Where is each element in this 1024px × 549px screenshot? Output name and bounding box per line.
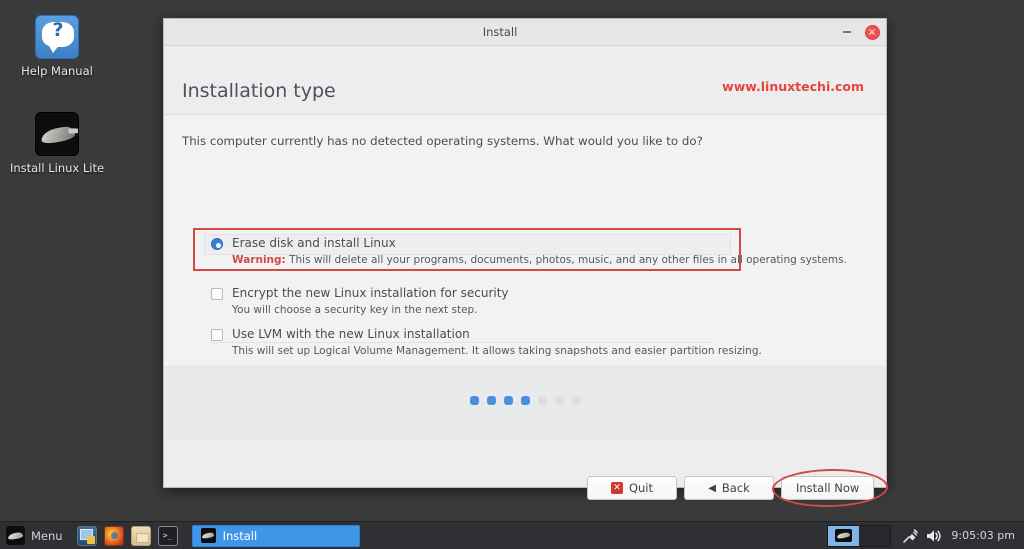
checkbox-encrypt[interactable] [211,288,223,300]
linux-lite-bird-icon [35,112,79,156]
desktop-icon-label: Install Linux Lite [9,161,105,175]
workspace-2[interactable] [859,526,890,546]
menu-button-label: Menu [31,528,63,543]
window-title: Install [482,25,518,39]
option-description: Warning: This will delete all your progr… [232,254,847,266]
task-button-label: Install [222,528,258,543]
workspace-switcher-icon [835,529,853,542]
option-lvm[interactable]: Use LVM with the new Linux installation … [211,327,762,357]
checkbox-lvm[interactable] [211,329,223,341]
question-text: This computer currently has no detected … [182,134,703,148]
install-now-button-label: Install Now [796,481,860,495]
taskbar: Menu >_ Install 9:05:03 pm [0,521,1024,549]
progress-dot [571,396,581,405]
desktop-icon-help-manual[interactable]: ? Help Manual [2,15,112,78]
radio-erase-disk[interactable] [211,238,223,250]
workspace-switcher[interactable] [827,524,892,547]
option-label: Use LVM with the new Linux installation [232,327,470,341]
file-manager-folder-icon[interactable] [130,525,151,546]
progress-dots [469,396,581,405]
desktop: ? Help Manual Install Linux Lite Install… [0,0,1024,521]
window-header: Installation type www.linuxtechi.com [164,46,886,115]
close-button[interactable]: × [861,21,883,43]
option-erase-disk[interactable]: Erase disk and install Linux Warning: Th… [211,236,847,266]
minimize-button[interactable] [836,21,858,43]
system-tray: 9:05:03 pm [827,522,1024,549]
desktop-icon-install-linux-lite[interactable]: Install Linux Lite [2,112,112,175]
quit-button-label: Quit [628,481,654,495]
terminal-icon[interactable]: >_ [157,525,178,546]
clock[interactable]: 9:05:03 pm [951,529,1015,542]
install-now-button[interactable]: Install Now [781,476,875,500]
progress-dot [520,396,530,405]
display-settings-icon[interactable] [76,525,97,546]
back-button-label: Back [721,481,750,495]
minimize-icon [843,31,851,33]
menu-button[interactable]: Menu [2,523,70,549]
progress-dot [537,396,547,405]
watermark-text: www.linuxtechi.com [722,79,864,94]
warning-text: This will delete all your programs, docu… [285,254,847,266]
close-x-icon: ✕ [610,482,623,494]
firefox-icon[interactable] [103,525,124,546]
option-label: Erase disk and install Linux [232,236,396,250]
linux-lite-bird-icon [200,528,216,543]
close-icon: × [864,24,880,40]
arrow-left-icon: ◀ [708,482,716,494]
option-encrypt[interactable]: Encrypt the new Linux installation for s… [211,286,509,316]
window-titlebar: Install × [164,19,886,46]
help-question-icon: ? [35,15,79,59]
option-description: You will choose a security key in the ne… [232,304,478,316]
option-label: Encrypt the new Linux installation for s… [232,286,509,300]
progress-dot [486,396,496,405]
option-description: This will set up Logical Volume Manageme… [232,345,762,357]
progress-dot [554,396,564,405]
warning-prefix: Warning: [232,254,286,266]
install-window: Install × Installation type www.linuxtec… [163,18,889,509]
progress-dot [503,396,513,405]
task-button-install[interactable]: Install [191,524,360,547]
window-body: This computer currently has no detected … [164,115,889,509]
window-footer [164,366,886,440]
back-button[interactable]: ◀ Back [684,476,774,500]
progress-dot [469,396,479,405]
network-plug-icon[interactable] [901,526,920,546]
quit-button[interactable]: ✕ Quit [587,476,677,500]
page-title: Installation type [182,80,336,102]
workspace-1[interactable] [828,525,860,546]
desktop-icon-label: Help Manual [21,64,93,78]
linux-lite-bird-icon [6,526,25,545]
dialog-button-row: ✕ Quit ◀ Back Install Now [587,476,875,500]
volume-speaker-icon[interactable] [924,526,943,546]
